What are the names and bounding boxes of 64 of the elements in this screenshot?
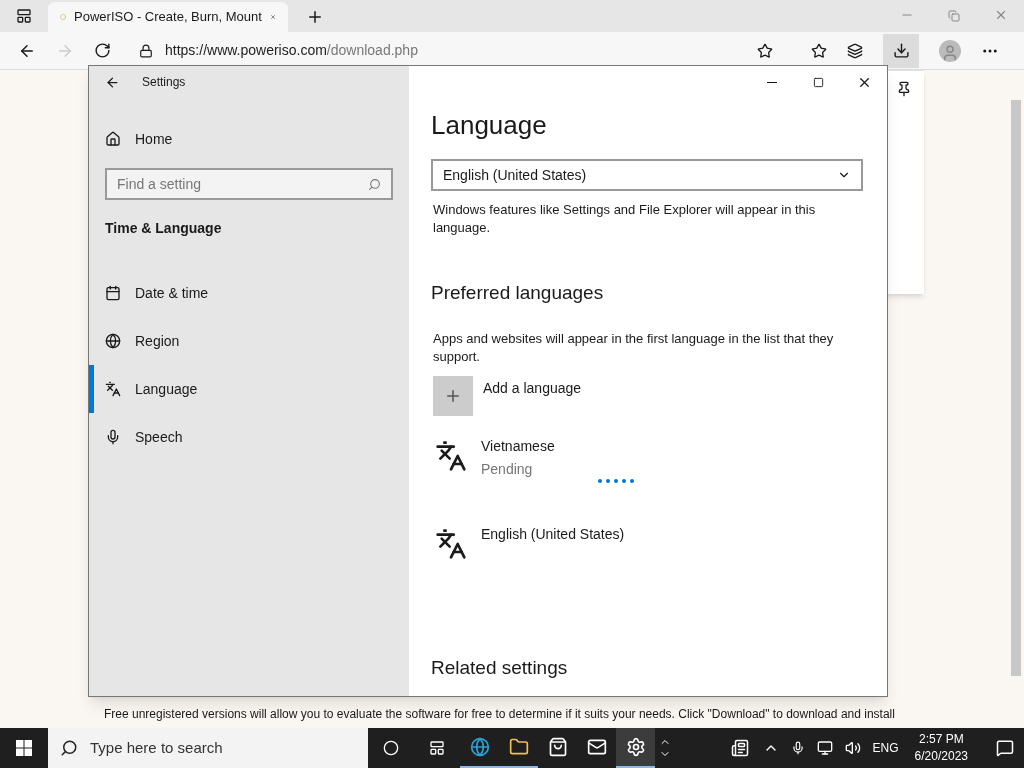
profile-avatar[interactable] — [939, 39, 961, 62]
task-view-icon — [429, 740, 445, 756]
window-title: Settings — [142, 74, 186, 91]
translate-icon — [435, 439, 467, 472]
description-text: Windows features like Settings and File Explorer will appear in this language. — [432, 201, 817, 237]
input-language[interactable]: ENG — [872, 739, 899, 757]
lock-icon — [139, 43, 153, 58]
search-field[interactable]: Find a setting — [105, 168, 393, 200]
nav-item[interactable]: Region — [89, 317, 409, 365]
calendar-icon — [105, 285, 121, 301]
maximize-icon — [812, 76, 824, 88]
section-title: Time & Language — [104, 219, 223, 238]
browser-tab[interactable]: PowerISO - Create, Burn, Mount — [48, 2, 288, 32]
taskbar-search-field[interactable]: Type here to search — [48, 728, 368, 768]
url-text: https://www.poweriso.com/download.php — [165, 41, 418, 60]
language-icon — [105, 381, 121, 397]
language-name: Vietnamese — [481, 436, 555, 456]
scrollbar[interactable] — [1011, 100, 1021, 676]
favorites-icon[interactable] — [811, 42, 827, 59]
language-dropdown[interactable]: English (United States) — [431, 159, 863, 191]
refresh-icon[interactable] — [94, 42, 111, 59]
browser-icon — [469, 737, 490, 757]
add-language-button[interactable]: Add a language — [431, 375, 863, 416]
downloads-button[interactable] — [883, 33, 919, 68]
store-icon — [547, 737, 568, 757]
microphone-icon — [105, 429, 121, 445]
download-icon — [892, 42, 910, 59]
search-icon — [60, 739, 78, 757]
description-text: Apps and websites will appear in the first language in the list that they support. — [432, 329, 835, 366]
windows-logo-icon — [16, 740, 32, 756]
mail-icon — [586, 737, 607, 757]
language-name: English (United States) — [481, 524, 625, 544]
pin-icon[interactable] — [896, 81, 912, 97]
globe-icon — [105, 333, 121, 349]
preferred-entry[interactable]: English (United States) — [431, 523, 863, 592]
taskbar-app-button[interactable] — [616, 728, 655, 768]
language-status: Pending — [481, 459, 534, 479]
back-icon[interactable] — [105, 74, 120, 90]
tab-actions-icon[interactable] — [16, 8, 32, 24]
close-icon[interactable] — [994, 8, 1008, 22]
network-icon[interactable] — [816, 740, 833, 756]
notifications-icon[interactable] — [996, 739, 1014, 757]
circle-icon — [383, 740, 399, 756]
section-heading: Preferred languages — [431, 281, 605, 305]
page-heading: Language — [431, 109, 548, 142]
home-nav-item[interactable]: Home — [89, 116, 409, 162]
footer-text: Free unregistered versions will allow you to evaluate the software for free to determine if it suits your needs. Click "Download" to download and install — [104, 706, 895, 723]
nav-item[interactable]: Speech — [89, 413, 409, 461]
preferred-entry[interactable]: Vietnamese Pending — [431, 435, 863, 504]
new-tab-icon[interactable] — [306, 8, 324, 26]
gear-icon — [625, 737, 646, 757]
folder-icon — [508, 737, 529, 757]
search-icon — [368, 177, 381, 191]
minimize-icon — [767, 81, 777, 83]
translate-icon — [435, 527, 467, 560]
nav-item[interactable]: Date & time — [89, 269, 409, 317]
collections-icon[interactable] — [847, 42, 863, 59]
microphone-icon[interactable] — [790, 741, 805, 755]
home-icon — [105, 131, 121, 147]
nav-item[interactable]: Language — [89, 365, 409, 413]
section-heading: Related settings — [431, 655, 569, 680]
add-favorite-icon[interactable] — [757, 42, 773, 59]
search-input[interactable]: Find a setting — [117, 173, 368, 195]
clock[interactable]: 2:57 PM 6/20/2023 — [910, 731, 972, 765]
